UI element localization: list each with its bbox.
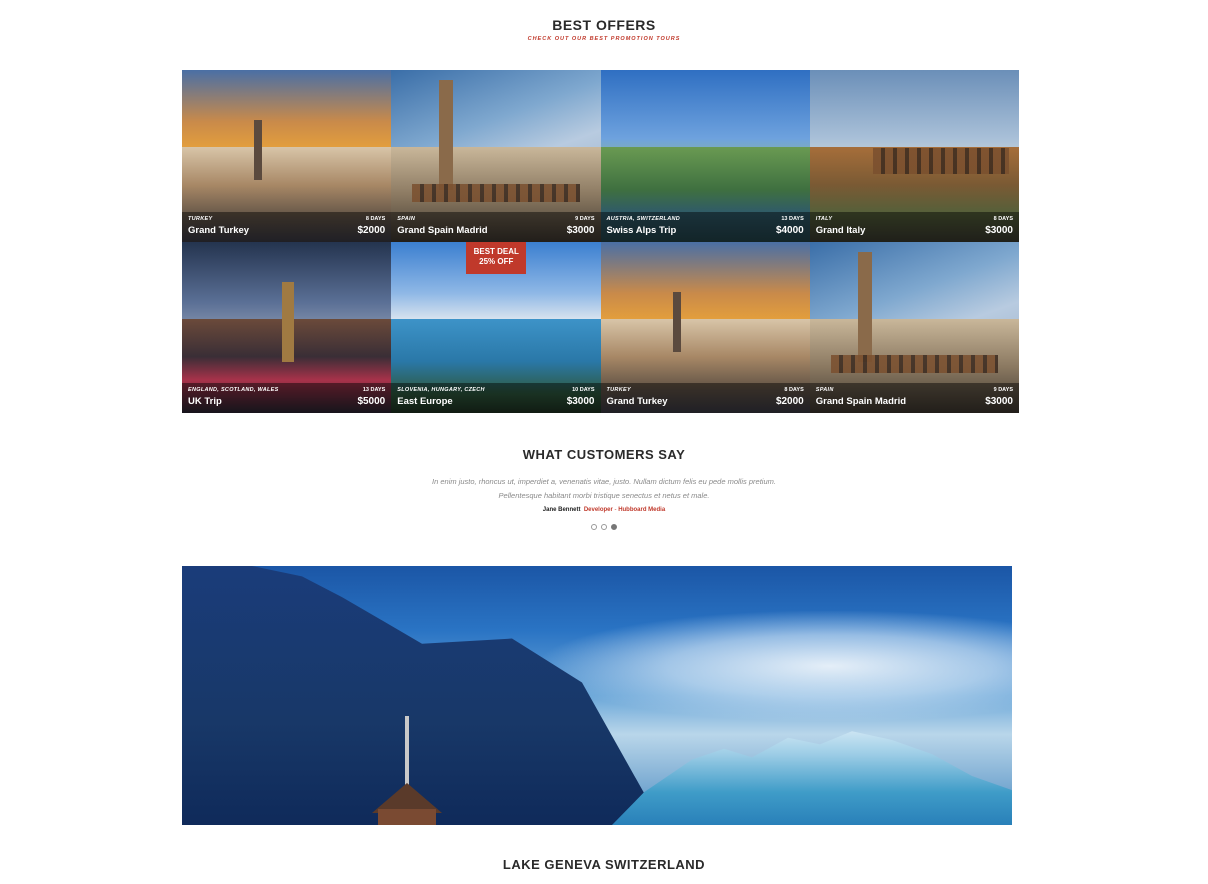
hero-mountain-right	[612, 731, 1012, 825]
hero-image	[182, 566, 1012, 825]
offer-tile[interactable]: SPAIN Grand Spain Madrid 9 DAYS $3000	[809, 241, 1019, 413]
offer-name[interactable]: Grand Turkey	[188, 225, 249, 236]
offer-name[interactable]: Grand Spain Madrid	[397, 225, 487, 236]
steeple-wall	[378, 809, 436, 825]
testimonial-pagination	[0, 524, 1208, 530]
offer-location: AUSTRIA, SWITZERLAND	[606, 215, 681, 222]
offers-grid: TURKEY Grand Turkey 8 DAYS $2000 SPAIN G…	[182, 70, 1019, 413]
offer-price: $2000	[775, 396, 804, 407]
offer-tile[interactable]: ITALY Grand Italy 8 DAYS $3000	[809, 70, 1019, 242]
offer-price: $5000	[357, 396, 386, 407]
tower-shape	[672, 291, 681, 352]
offer-location: SLOVENIA, HUNGARY, CZECH	[397, 387, 485, 393]
author-separator: -	[614, 507, 617, 513]
offer-tile[interactable]: SPAIN Grand Spain Madrid 9 DAYS $3000	[391, 70, 601, 242]
offer-location: ENGLAND, SCOTLAND, WALES	[188, 387, 279, 393]
best-offers-subtitle: CHECK OUT OUR BEST PROMOTION TOURS	[527, 36, 681, 42]
offer-price: $4000	[775, 224, 804, 236]
pagination-dot[interactable]	[601, 524, 607, 530]
offer-days: 9 DAYS	[993, 387, 1013, 393]
pagination-dot[interactable]	[591, 524, 597, 530]
clock-tower-shape	[282, 281, 294, 362]
offer-location: ITALY	[815, 215, 833, 222]
offer-name[interactable]: UK Trip	[188, 396, 222, 407]
badge-line: BEST DEAL	[473, 246, 519, 256]
author-role: Developer	[583, 507, 613, 513]
author-company-link[interactable]: Hubboard Media	[618, 507, 665, 513]
arch-shape	[830, 355, 999, 373]
offer-tile[interactable]: TURKEY Grand Turkey 8 DAYS $2000	[600, 241, 810, 413]
offer-days: 8 DAYS	[784, 387, 804, 393]
offer-days: 13 DAYS	[362, 387, 386, 393]
pagination-dot-active[interactable]	[611, 524, 617, 530]
testimonial-author-line: Jane Bennett Developer - Hubboard Media	[0, 507, 1208, 513]
testimonial-quote: In enim justo, rhoncus ut, imperdiet a, …	[432, 477, 776, 500]
offer-days: 13 DAYS	[781, 215, 804, 222]
offer-tile[interactable]: ENGLAND, SCOTLAND, WALES UK Trip 13 DAYS…	[182, 241, 392, 413]
offer-location: SPAIN	[397, 215, 416, 222]
offer-tile[interactable]: AUSTRIA, SWITZERLAND Swiss Alps Trip 13 …	[600, 70, 810, 242]
building-shape	[439, 80, 454, 190]
tower-shape	[254, 120, 262, 180]
offer-days: 9 DAYS	[575, 215, 595, 222]
offer-name[interactable]: Grand Turkey	[607, 396, 668, 407]
offer-location: SPAIN	[815, 387, 834, 393]
steeple-spire	[405, 716, 409, 786]
testimonials-title: WHAT CUSTOMERS SAY	[522, 447, 686, 462]
hero-clouds	[542, 611, 1012, 721]
offer-price: $3000	[566, 224, 595, 236]
offer-name[interactable]: East Europe	[397, 396, 452, 407]
offer-price: $3000	[985, 224, 1013, 236]
offer-days: 8 DAYS	[993, 215, 1013, 222]
offer-price: $3000	[985, 396, 1013, 407]
best-deal-badge: BEST DEAL 25% OFF	[466, 241, 527, 274]
offer-location: TURKEY	[606, 387, 631, 393]
badge-line: 25% OFF	[479, 256, 514, 266]
offer-tile[interactable]: BEST DEAL 25% OFF SLOVENIA, HUNGARY, CZE…	[391, 241, 601, 413]
building-shape	[857, 251, 872, 362]
offer-tile[interactable]: TURKEY Grand Turkey 8 DAYS $2000	[182, 70, 392, 242]
best-offers-title: BEST OFFERS	[552, 17, 656, 33]
offer-location: TURKEY	[188, 215, 213, 222]
hero-caption: LAKE GENEVA SWITZERLAND	[502, 857, 706, 872]
colosseum-shape	[872, 148, 1009, 174]
offer-price: $3000	[566, 396, 595, 407]
offer-name[interactable]: Grand Spain Madrid	[816, 396, 906, 407]
offer-name[interactable]: Swiss Alps Trip	[607, 225, 677, 236]
author-name: Jane Bennett	[542, 507, 581, 513]
arch-shape	[412, 183, 580, 202]
offer-name[interactable]: Grand Italy	[816, 225, 866, 236]
offer-days: 10 DAYS	[572, 387, 595, 393]
hero-church-steeple	[372, 716, 442, 825]
offer-price: $2000	[357, 224, 386, 236]
offer-days: 8 DAYS	[365, 215, 386, 222]
